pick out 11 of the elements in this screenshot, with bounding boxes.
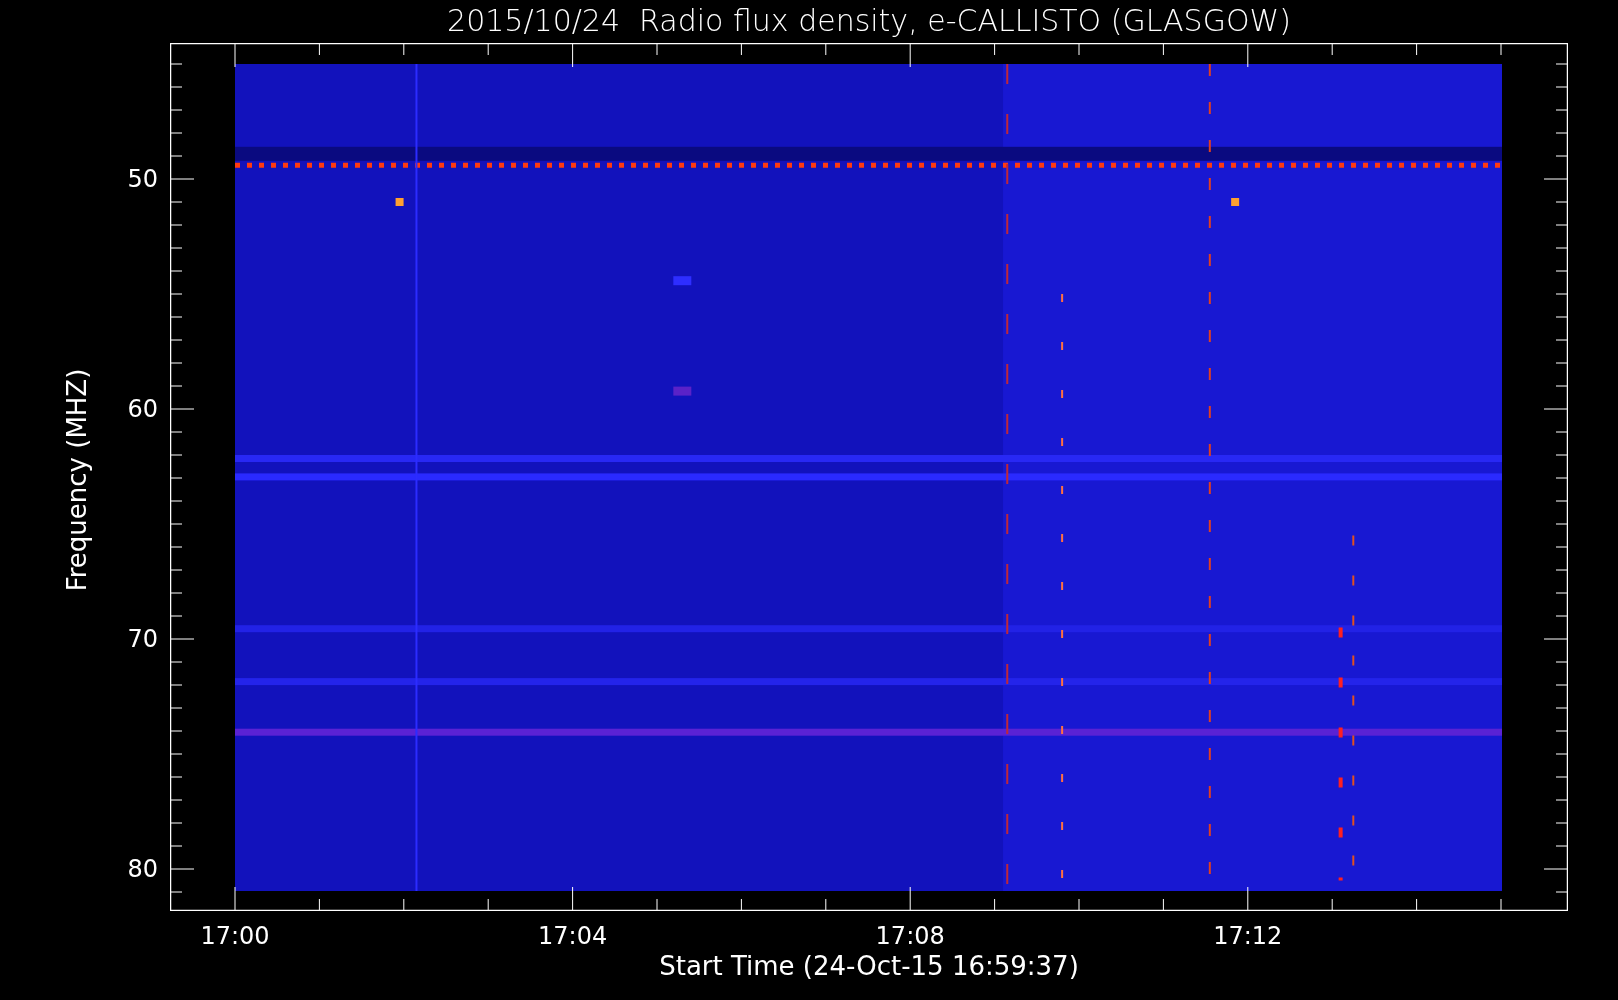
- y-tick-label: 70: [126, 625, 158, 653]
- x-tick-label: 17:08: [874, 922, 946, 950]
- y-tick-label: 60: [126, 395, 158, 423]
- x-tick-label: 17:00: [199, 922, 271, 950]
- y-tick-label: 80: [126, 855, 158, 883]
- y-axis-label: Frequency (MHZ): [61, 368, 93, 592]
- chart-title: 2015/10/24 Radio flux density, e-CALLISTO (GLASGOW): [447, 3, 1291, 38]
- x-axis-label: Start Time (24-Oct-15 16:59:37): [659, 951, 1079, 981]
- y-tick-label: 50: [126, 165, 158, 193]
- x-tick-label: 17:04: [537, 922, 609, 950]
- x-tick-label: 17:12: [1212, 922, 1284, 950]
